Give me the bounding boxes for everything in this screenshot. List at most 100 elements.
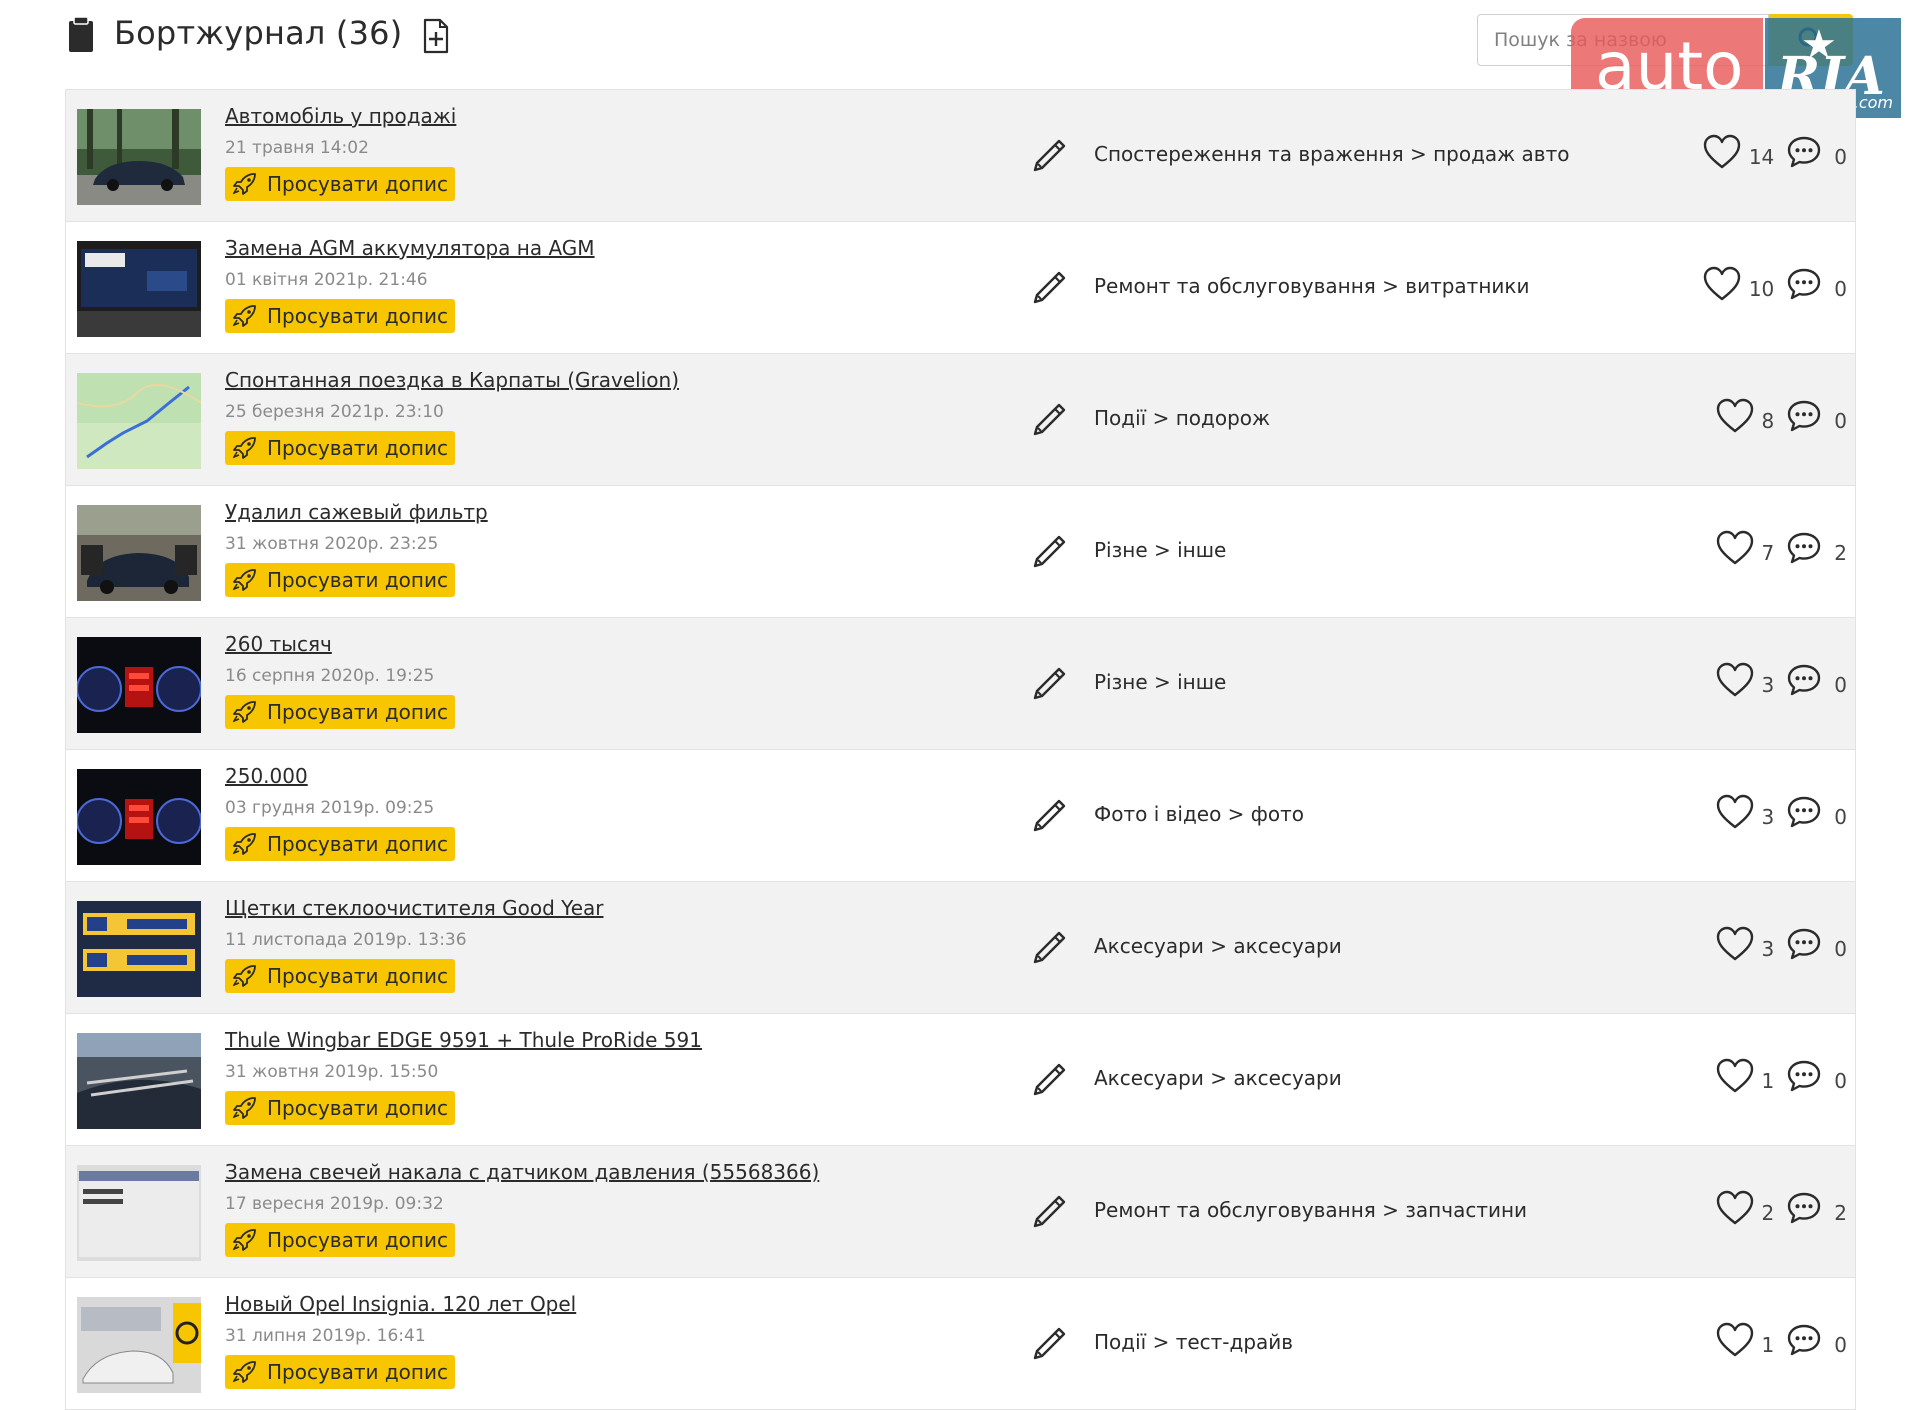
heart-icon[interactable] xyxy=(1716,398,1754,434)
heart-icon[interactable] xyxy=(1716,662,1754,698)
post-category: Спостереження та враження > продаж авто xyxy=(1094,142,1570,166)
promote-post-button[interactable]: Просувати допис xyxy=(225,1223,455,1257)
comment-icon[interactable] xyxy=(1786,267,1822,301)
edit-pencil-icon[interactable] xyxy=(1031,661,1069,701)
rocket-icon xyxy=(233,1229,256,1251)
post-date: 11 листопада 2019р. 13:36 xyxy=(225,930,467,950)
rocket-icon xyxy=(233,1361,256,1383)
post-thumbnail[interactable] xyxy=(77,769,201,865)
post-stats: 80 xyxy=(1716,396,1847,436)
heart-icon[interactable] xyxy=(1703,266,1741,302)
post-stats: 14 0 xyxy=(1703,132,1847,172)
edit-pencil-icon[interactable] xyxy=(1031,133,1069,173)
heart-icon[interactable] xyxy=(1703,134,1741,170)
post-thumbnail[interactable] xyxy=(77,1297,201,1393)
promote-label: Просувати допис xyxy=(267,832,448,856)
promote-post-button[interactable]: Просувати допис xyxy=(225,1355,455,1389)
promote-post-button[interactable]: Просувати допис xyxy=(225,563,455,597)
post-title-link[interactable]: Спонтанная поездка в Карпаты (Gravelion) xyxy=(225,368,679,392)
edit-pencil-icon[interactable] xyxy=(1031,1321,1069,1361)
comment-icon[interactable] xyxy=(1786,663,1822,697)
post-title-link[interactable]: Удалил сажевый фильтр xyxy=(225,500,488,524)
post-date: 21 травня 14:02 xyxy=(225,138,369,158)
post-row: Удалил сажевый фильтр 31 жовтня 2020р. 23… xyxy=(66,486,1855,618)
heart-icon[interactable] xyxy=(1716,926,1754,962)
post-title-link[interactable]: 250.000 xyxy=(225,764,308,788)
post-row: Замена AGM аккумулятора на AGM 01 квітня … xyxy=(66,222,1855,354)
post-title-link[interactable]: Замена свечей накала с датчиком давления… xyxy=(225,1160,819,1184)
post-category: Події > подорож xyxy=(1094,406,1271,430)
promote-post-button[interactable]: Просувати допис xyxy=(225,695,455,729)
heart-icon[interactable] xyxy=(1716,794,1754,830)
post-row: Новый Opel Insignia. 120 лет Opel 31 липн… xyxy=(66,1278,1855,1410)
post-row: Thule Wingbar EDGE 9591 + Thule ProRide … xyxy=(66,1014,1855,1146)
post-title-link[interactable]: Щетки стеклоочистителя Good Year xyxy=(225,896,604,920)
promote-post-button[interactable]: Просувати допис xyxy=(225,827,455,861)
edit-pencil-icon[interactable] xyxy=(1031,1189,1069,1229)
post-category: Події > тест-драйв xyxy=(1094,1330,1294,1354)
rocket-icon xyxy=(233,965,256,987)
post-category: Ремонт та обслуговування > запчастини xyxy=(1094,1198,1528,1222)
rocket-icon xyxy=(233,569,256,591)
promote-post-button[interactable]: Просувати допис xyxy=(225,1091,455,1125)
post-title-link[interactable]: Автомобіль у продажі xyxy=(225,104,456,128)
post-title-link[interactable]: Замена AGM аккумулятора на AGM xyxy=(225,236,595,260)
edit-pencil-icon[interactable] xyxy=(1031,265,1069,305)
likes-count: 10 xyxy=(1748,277,1775,301)
post-stats: 10 xyxy=(1716,1056,1847,1096)
comment-icon[interactable] xyxy=(1786,1323,1822,1357)
post-title-link[interactable]: 260 тысяч xyxy=(225,632,332,656)
post-stats: 22 xyxy=(1716,1188,1847,1228)
post-thumbnail[interactable] xyxy=(77,373,201,469)
edit-pencil-icon[interactable] xyxy=(1031,397,1069,437)
promote-post-button[interactable]: Просувати допис xyxy=(225,299,455,333)
likes-count: 14 xyxy=(1748,145,1775,169)
heart-icon[interactable] xyxy=(1716,1190,1754,1226)
comment-icon[interactable] xyxy=(1786,927,1822,961)
promote-post-button[interactable]: Просувати допис xyxy=(225,959,455,993)
post-thumbnail[interactable] xyxy=(77,1033,201,1129)
post-thumbnail[interactable] xyxy=(77,241,201,337)
post-category: Ремонт та обслуговування > витратники xyxy=(1094,274,1530,298)
rocket-icon xyxy=(233,305,256,327)
comment-icon[interactable] xyxy=(1786,795,1822,829)
logbook-list: Автомобіль у продажі 21 травня 14:02 Просу… xyxy=(65,89,1856,1410)
comment-icon[interactable] xyxy=(1786,531,1822,565)
promote-label: Просувати допис xyxy=(267,436,448,460)
promote-label: Просувати допис xyxy=(267,964,448,988)
edit-pencil-icon[interactable] xyxy=(1031,925,1069,965)
post-row: 260 тысяч 16 серпня 2020р. 19:25 Просувати… xyxy=(66,618,1855,750)
post-thumbnail[interactable] xyxy=(77,637,201,733)
notebook-icon xyxy=(69,16,93,52)
add-file-icon[interactable] xyxy=(422,18,450,54)
post-thumbnail[interactable] xyxy=(77,901,201,997)
promote-post-button[interactable]: Просувати допис xyxy=(225,167,455,201)
comments-count: 0 xyxy=(1834,1333,1847,1357)
likes-count: 7 xyxy=(1761,541,1775,565)
edit-pencil-icon[interactable] xyxy=(1031,529,1069,569)
comment-icon[interactable] xyxy=(1786,1059,1822,1093)
post-thumbnail[interactable] xyxy=(77,505,201,601)
post-date: 31 липня 2019р. 16:41 xyxy=(225,1326,426,1346)
edit-pencil-icon[interactable] xyxy=(1031,1057,1069,1097)
post-date: 25 березня 2021р. 23:10 xyxy=(225,402,444,422)
post-thumbnail[interactable] xyxy=(77,1165,201,1261)
comment-icon[interactable] xyxy=(1786,1191,1822,1225)
heart-icon[interactable] xyxy=(1716,1322,1754,1358)
likes-count: 2 xyxy=(1761,1201,1775,1225)
rocket-icon xyxy=(233,437,256,459)
post-title-link[interactable]: Новый Opel Insignia. 120 лет Opel xyxy=(225,1292,576,1316)
post-row: Замена свечей накала с датчиком давления… xyxy=(66,1146,1855,1278)
post-row: Щетки стеклоочистителя Good Year 11 листо… xyxy=(66,882,1855,1014)
edit-pencil-icon[interactable] xyxy=(1031,793,1069,833)
comment-icon[interactable] xyxy=(1786,135,1822,169)
heart-icon[interactable] xyxy=(1716,1058,1754,1094)
heart-icon[interactable] xyxy=(1716,530,1754,566)
page-title: Бортжурнал (36) xyxy=(114,14,403,52)
post-title-link[interactable]: Thule Wingbar EDGE 9591 + Thule ProRide … xyxy=(225,1028,702,1052)
promote-label: Просувати допис xyxy=(267,700,448,724)
post-stats: 30 xyxy=(1716,924,1847,964)
comment-icon[interactable] xyxy=(1786,399,1822,433)
promote-post-button[interactable]: Просувати допис xyxy=(225,431,455,465)
post-thumbnail[interactable] xyxy=(77,109,201,205)
